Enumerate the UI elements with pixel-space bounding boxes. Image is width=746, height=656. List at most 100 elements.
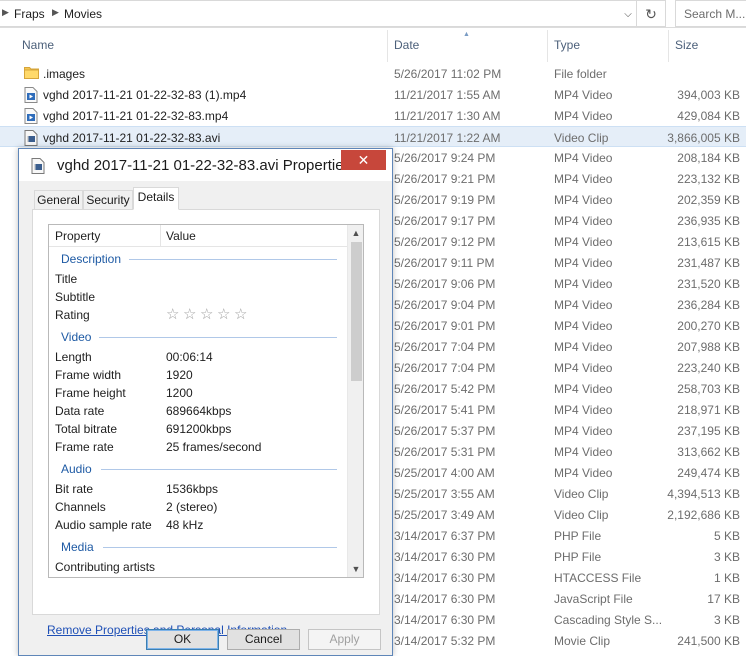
column-divider[interactable]: [387, 30, 388, 62]
star-icon[interactable]: ☆: [217, 307, 230, 322]
file-size: 207,988 KB: [677, 340, 740, 354]
file-date: 3/14/2017 5:32 PM: [394, 634, 496, 648]
file-type: MP4 Video: [554, 172, 613, 186]
dialog-title: vghd 2017-11-21 01-22-32-83.avi Properti…: [57, 157, 352, 174]
file-size: 4,394,513 KB: [667, 487, 740, 501]
prop-value[interactable]: 48 kHz: [166, 518, 203, 532]
file-name: .images: [43, 67, 86, 81]
avi-file-icon: [31, 158, 45, 177]
tab-details[interactable]: Details: [133, 187, 179, 210]
prop-value[interactable]: 1200: [166, 386, 193, 400]
file-size: 5 KB: [713, 529, 740, 543]
tab-security[interactable]: Security: [83, 190, 133, 210]
sort-ascending-icon: ▲: [463, 31, 470, 38]
prop-value[interactable]: 1920: [166, 368, 193, 382]
file-date: 5/26/2017 9:06 PM: [394, 277, 496, 291]
property-column-header[interactable]: Property: [55, 229, 100, 243]
column-date-header[interactable]: Date: [394, 38, 419, 52]
file-size: 236,935 KB: [677, 214, 740, 228]
close-icon: ✕: [357, 152, 370, 168]
ok-button[interactable]: OK: [146, 629, 219, 650]
prop-name: Frame height: [55, 386, 126, 400]
file-type: JavaScript File: [554, 592, 633, 606]
file-size: 223,132 KB: [677, 172, 740, 186]
star-icon[interactable]: ☆: [183, 307, 196, 322]
tab-general[interactable]: General: [34, 190, 83, 210]
file-type: PHP File: [554, 550, 602, 564]
file-row[interactable]: vghd 2017-11-21 01-22-32-83 (1).mp4 11/21…: [0, 84, 746, 105]
file-type: HTACCESS File: [554, 571, 642, 585]
scroll-down-icon[interactable]: ▼: [348, 561, 363, 577]
file-date: 3/14/2017 6:30 PM: [394, 550, 496, 564]
prop-value[interactable]: 25 frames/second: [166, 440, 261, 454]
file-date: 3/14/2017 6:30 PM: [394, 592, 496, 606]
scroll-up-icon[interactable]: ▲: [348, 225, 363, 241]
prop-value[interactable]: 2 (stereo): [166, 500, 217, 514]
file-date: 5/26/2017 9:01 PM: [394, 319, 496, 333]
star-icon[interactable]: ☆: [200, 307, 213, 322]
cancel-button[interactable]: Cancel: [227, 629, 300, 650]
column-type-header[interactable]: Type: [554, 38, 580, 52]
column-name-header[interactable]: Name: [22, 38, 54, 52]
refresh-icon: ↻: [645, 6, 657, 22]
breadcrumb-item-fraps[interactable]: Fraps: [14, 7, 45, 21]
prop-name: Length: [55, 350, 92, 364]
prop-value[interactable]: 689664kbps: [166, 404, 231, 418]
file-size: 200,270 KB: [677, 319, 740, 333]
apply-button[interactable]: Apply: [308, 629, 381, 650]
prop-value[interactable]: 00:06:14: [166, 350, 213, 364]
address-bar: ▶ Fraps ▶ Movies ⌵ ↻ Search M...: [0, 0, 746, 28]
file-date: 5/26/2017 5:31 PM: [394, 445, 496, 459]
file-row[interactable]: vghd 2017-11-21 01-22-32-83.avi 11/21/201…: [0, 126, 746, 147]
file-type: MP4 Video: [554, 193, 613, 207]
file-date: 5/26/2017 9:21 PM: [394, 172, 496, 186]
star-icon[interactable]: ☆: [234, 307, 247, 322]
prop-name: Audio sample rate: [55, 518, 152, 532]
prop-name: Rating: [55, 308, 90, 322]
property-list[interactable]: Property Value Description Title Subtitl…: [48, 224, 364, 578]
file-type: Cascading Style S...: [554, 613, 663, 627]
file-size: 208,184 KB: [677, 151, 740, 165]
group-description: Description: [61, 252, 122, 266]
file-type: MP4 Video: [554, 277, 613, 291]
search-placeholder: Search M...: [684, 7, 746, 21]
breadcrumb-item-movies[interactable]: Movies: [64, 7, 102, 21]
file-size: 202,359 KB: [677, 193, 740, 207]
file-type: MP4 Video: [554, 151, 613, 165]
column-divider[interactable]: [160, 225, 161, 247]
value-column-header[interactable]: Value: [166, 229, 196, 243]
chevron-down-icon[interactable]: ⌵: [619, 5, 637, 25]
scrollbar-thumb[interactable]: [351, 242, 362, 381]
folder-icon: [24, 66, 39, 81]
star-icon[interactable]: ☆: [166, 307, 179, 322]
file-size: 3,866,005 KB: [667, 131, 740, 145]
column-size-header[interactable]: Size: [675, 38, 698, 52]
file-name: vghd 2017-11-21 01-22-32-83 (1).mp4: [43, 88, 247, 102]
search-input[interactable]: Search M...: [675, 0, 746, 27]
file-size: 241,500 KB: [677, 634, 740, 648]
rating-stars[interactable]: ☆ ☆ ☆ ☆ ☆: [166, 307, 256, 324]
file-size: 3 KB: [713, 613, 740, 627]
file-size: 223,240 KB: [677, 361, 740, 375]
prop-value[interactable]: 691200kbps: [166, 422, 231, 436]
close-button[interactable]: ✕: [341, 150, 386, 170]
video-file-icon: [24, 108, 38, 124]
file-row[interactable]: .images 5/26/2017 11:02 PM File folder: [0, 63, 746, 84]
file-type: MP4 Video: [554, 361, 613, 375]
file-size: 231,487 KB: [677, 256, 740, 270]
file-type: MP4 Video: [554, 424, 613, 438]
dialog-titlebar[interactable]: vghd 2017-11-21 01-22-32-83.avi Properti…: [19, 149, 392, 181]
vertical-scrollbar[interactable]: ▲ ▼: [347, 225, 363, 577]
file-row[interactable]: vghd 2017-11-21 01-22-32-83.mp4 11/21/201…: [0, 105, 746, 126]
prop-value[interactable]: 1536kbps: [166, 482, 218, 496]
file-size: 258,703 KB: [677, 382, 740, 396]
column-divider[interactable]: [547, 30, 548, 62]
refresh-button[interactable]: ↻: [637, 0, 666, 27]
column-divider[interactable]: [668, 30, 669, 62]
avi-file-icon: [24, 130, 38, 146]
breadcrumb[interactable]: ▶ Fraps ▶ Movies ⌵: [0, 0, 637, 27]
chevron-right-icon[interactable]: ▶: [2, 7, 9, 18]
chevron-right-icon[interactable]: ▶: [52, 7, 59, 18]
column-header: Name Date Type Size: [0, 28, 746, 60]
file-date: 5/26/2017 9:19 PM: [394, 193, 496, 207]
